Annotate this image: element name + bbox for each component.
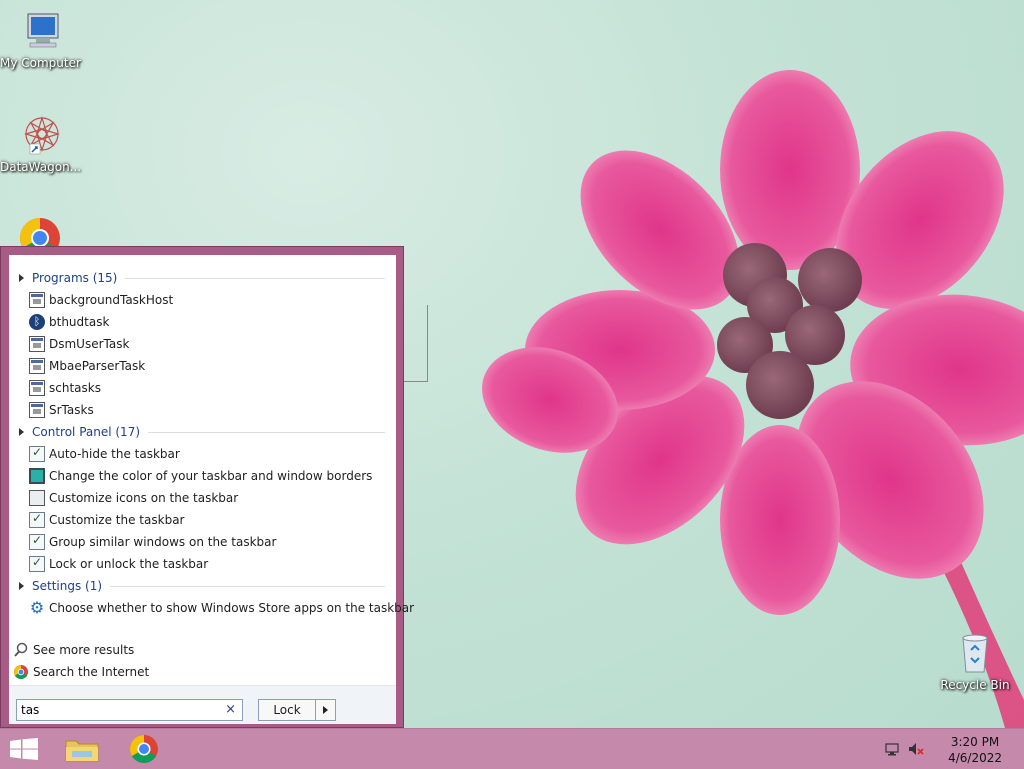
recycle-bin-icon — [951, 630, 999, 676]
desktop-icon-label: DataWagon... — [0, 160, 82, 174]
result-label: Choose whether to show Windows Store app… — [49, 601, 415, 615]
result-control-panel[interactable]: Lock or unlock the taskbar — [29, 553, 389, 575]
search-box: × — [16, 699, 243, 721]
search-bar: × Lock — [9, 685, 396, 724]
datawagon-icon — [16, 112, 64, 158]
result-label: bthudtask — [49, 315, 110, 329]
checkbox-settings-icon — [29, 511, 45, 528]
taskbar: 3:20 PM 4/6/2022 — [0, 728, 1024, 769]
volume-muted-icon[interactable] — [908, 741, 924, 757]
result-program[interactable]: SrTasks — [29, 399, 389, 421]
clock-date: 4/6/2022 — [948, 751, 1002, 765]
folder-icon — [65, 740, 99, 762]
category-programs[interactable]: Programs (15) — [19, 268, 385, 288]
program-icon — [29, 358, 45, 374]
result-program[interactable]: MbaeParserTask — [29, 355, 389, 377]
checkbox-settings-icon — [29, 533, 45, 550]
category-label: Settings (1) — [32, 579, 103, 593]
result-label: Customize the taskbar — [49, 513, 185, 527]
clear-search-icon[interactable]: × — [225, 702, 236, 717]
category-label: Programs (15) — [32, 271, 118, 285]
power-options-arrow-button[interactable] — [316, 699, 336, 721]
chrome-icon — [130, 735, 158, 763]
desktop-icon-datawagon[interactable]: DataWagon... — [0, 112, 82, 174]
computer-icon — [16, 8, 64, 54]
see-more-label: See more results — [33, 643, 135, 657]
divider — [148, 431, 385, 433]
program-icon — [29, 292, 45, 308]
windows-logo-icon — [10, 738, 38, 760]
magnifier-icon — [13, 642, 29, 658]
result-program[interactable]: schtasks — [29, 377, 389, 399]
program-icon — [29, 380, 45, 396]
start-button[interactable] — [10, 738, 38, 760]
divider — [110, 585, 385, 587]
result-label: backgroundTaskHost — [49, 293, 174, 307]
result-program[interactable]: backgroundTaskHost — [29, 289, 389, 311]
result-control-panel[interactable]: Customize the taskbar — [29, 509, 389, 531]
network-icon[interactable] — [884, 741, 900, 757]
result-label: schtasks — [49, 381, 101, 395]
result-label: Customize icons on the taskbar — [49, 491, 239, 505]
result-program[interactable]: ᛒ bthudtask — [29, 311, 389, 333]
expand-arrow-icon — [19, 274, 24, 282]
expand-arrow-icon — [19, 428, 24, 436]
result-label: SrTasks — [49, 403, 94, 417]
checkbox-settings-icon — [29, 555, 45, 572]
result-control-panel[interactable]: Auto-hide the taskbar — [29, 443, 389, 465]
taskbar-icons-icon — [29, 490, 45, 506]
clock-time: 3:20 PM — [950, 735, 1000, 749]
search-results-panel: Programs (15) backgroundTaskHost ᛒ bthud… — [9, 255, 414, 724]
category-label: Control Panel (17) — [32, 425, 141, 439]
see-more-results-link[interactable]: See more results — [13, 639, 134, 661]
system-tray: 3:20 PM 4/6/2022 — [884, 729, 1024, 769]
lock-button[interactable]: Lock — [258, 699, 316, 721]
result-program[interactable]: DsmUserTask — [29, 333, 389, 355]
result-label: DsmUserTask — [49, 337, 130, 351]
desktop-icon-recycle-bin[interactable]: Recycle Bin — [935, 630, 1015, 692]
desktop-icon-my-computer[interactable]: My Computer — [0, 8, 81, 70]
monitor-color-icon — [29, 468, 45, 484]
result-label: Change the color of your taskbar and win… — [49, 469, 373, 483]
search-input[interactable] — [21, 702, 211, 718]
result-label: MbaeParserTask — [49, 359, 146, 373]
taskbar-file-explorer[interactable] — [62, 733, 102, 765]
result-control-panel[interactable]: Change the color of your taskbar and win… — [29, 465, 389, 487]
result-control-panel[interactable]: Group similar windows on the taskbar — [29, 531, 389, 553]
divider — [125, 277, 385, 279]
desktop-icon-label: Recycle Bin — [940, 678, 1010, 692]
search-internet-link[interactable]: Search the Internet — [13, 661, 149, 683]
checkbox-settings-icon — [29, 445, 45, 462]
category-control-panel[interactable]: Control Panel (17) — [19, 422, 385, 442]
result-label: Group similar windows on the taskbar — [49, 535, 277, 549]
program-icon — [29, 402, 45, 418]
expand-arrow-icon — [19, 582, 24, 590]
search-internet-label: Search the Internet — [33, 665, 150, 679]
result-control-panel[interactable]: Customize icons on the taskbar — [29, 487, 389, 509]
result-label: Lock or unlock the taskbar — [49, 557, 209, 571]
program-icon — [29, 336, 45, 352]
desktop-icon-label: My Computer — [0, 56, 81, 70]
clock[interactable]: 3:20 PM 4/6/2022 — [948, 734, 1002, 766]
category-settings[interactable]: Settings (1) — [19, 576, 385, 596]
chrome-icon — [13, 664, 29, 680]
taskbar-chrome[interactable] — [124, 733, 164, 765]
result-setting[interactable]: ⚙ Choose whether to show Windows Store a… — [29, 597, 414, 619]
bluetooth-icon: ᛒ — [29, 314, 45, 330]
gear-icon: ⚙ — [29, 598, 45, 617]
start-search-menu: Programs (15) backgroundTaskHost ᛒ bthud… — [0, 246, 414, 728]
result-label: Auto-hide the taskbar — [49, 447, 180, 461]
